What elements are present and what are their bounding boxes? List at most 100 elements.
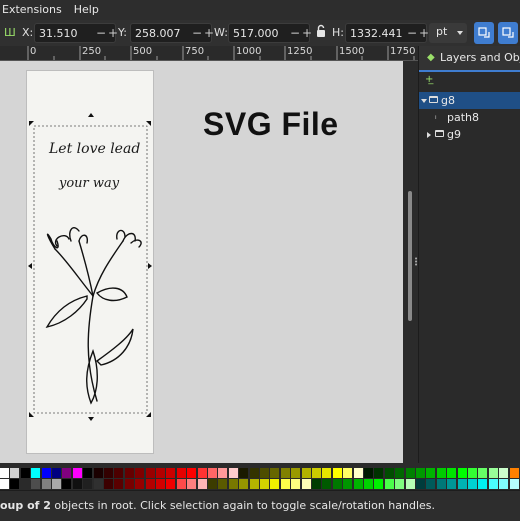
color-swatch[interactable] [31, 479, 42, 489]
color-swatch[interactable] [93, 479, 104, 489]
color-swatch[interactable] [395, 479, 406, 489]
color-swatch[interactable] [416, 468, 426, 478]
color-swatch[interactable] [41, 479, 52, 489]
add-layer-icon[interactable]: +̲ [425, 74, 433, 85]
color-swatch[interactable] [156, 468, 166, 478]
color-swatch[interactable] [322, 468, 333, 478]
color-swatch[interactable] [447, 468, 458, 478]
color-swatch[interactable] [0, 479, 10, 489]
color-swatch[interactable] [478, 468, 489, 478]
color-swatch[interactable] [187, 479, 198, 489]
color-swatch[interactable] [62, 468, 73, 478]
color-swatch[interactable] [218, 479, 229, 489]
color-swatch[interactable] [270, 479, 281, 489]
color-swatch[interactable] [353, 479, 364, 489]
color-swatch[interactable] [488, 479, 499, 489]
color-swatch[interactable] [499, 468, 510, 478]
color-swatch[interactable] [426, 479, 437, 489]
color-swatch[interactable] [62, 479, 73, 489]
color-swatch[interactable] [41, 468, 52, 478]
h-decrement-button[interactable]: − [406, 26, 418, 40]
y-field[interactable]: − + [130, 23, 214, 43]
horizontal-ruler[interactable]: 0 250 500 750 1000 1250 1500 1750 [0, 46, 418, 61]
handle-right[interactable] [148, 263, 152, 269]
handle-left[interactable] [28, 263, 32, 269]
w-input[interactable] [229, 24, 293, 42]
color-swatch[interactable] [270, 468, 281, 478]
color-swatch[interactable] [384, 479, 395, 489]
color-swatch[interactable] [280, 479, 291, 489]
color-swatch[interactable] [166, 479, 177, 489]
color-swatch[interactable] [104, 479, 114, 489]
color-swatch[interactable] [239, 468, 250, 478]
menu-extensions[interactable]: Extensions [0, 0, 66, 20]
color-swatch[interactable] [208, 479, 218, 489]
color-swatch[interactable] [343, 479, 354, 489]
color-swatch[interactable] [52, 468, 62, 478]
chevron-right-icon[interactable] [427, 132, 431, 138]
color-swatch[interactable] [447, 479, 458, 489]
chevron-down-icon[interactable] [421, 99, 427, 103]
tree-item-path8[interactable]: ᵢ path8 [419, 109, 520, 126]
color-swatch[interactable] [10, 468, 21, 478]
color-swatch[interactable] [249, 479, 260, 489]
color-swatch[interactable] [135, 479, 146, 489]
color-swatch[interactable] [145, 468, 156, 478]
color-swatch[interactable] [457, 468, 468, 478]
color-swatch[interactable] [426, 468, 437, 478]
color-swatch[interactable] [10, 479, 21, 489]
color-swatch[interactable] [395, 468, 406, 478]
w-decrement-button[interactable]: − [289, 26, 301, 40]
color-swatch[interactable] [260, 468, 270, 478]
w-increment-button[interactable]: + [301, 26, 313, 40]
document-page[interactable]: Let love lead your way [27, 71, 153, 453]
color-swatch[interactable] [208, 468, 218, 478]
color-swatch[interactable] [312, 468, 322, 478]
color-swatch[interactable] [31, 468, 42, 478]
color-swatch[interactable] [166, 468, 177, 478]
color-swatch[interactable] [218, 468, 229, 478]
color-swatch[interactable] [124, 468, 135, 478]
color-swatch[interactable] [478, 479, 489, 489]
color-swatch[interactable] [457, 479, 468, 489]
color-swatch[interactable] [135, 468, 146, 478]
color-swatch[interactable] [156, 479, 166, 489]
color-swatch[interactable] [83, 479, 94, 489]
y-decrement-button[interactable]: − [191, 26, 203, 40]
tree-item-g9[interactable]: g9 [419, 126, 520, 143]
color-swatch[interactable] [343, 468, 354, 478]
color-swatch[interactable] [124, 479, 135, 489]
vertical-scrollbar[interactable]: • • • [403, 61, 418, 463]
handle-top[interactable] [88, 113, 94, 117]
handle-bottom[interactable] [88, 417, 94, 421]
color-swatch[interactable] [499, 479, 510, 489]
x-input[interactable] [35, 24, 99, 42]
color-swatch[interactable] [488, 468, 499, 478]
menu-help[interactable]: Help [72, 0, 103, 20]
color-swatch[interactable] [405, 479, 416, 489]
color-swatch[interactable] [291, 468, 302, 478]
color-swatch[interactable] [72, 479, 83, 489]
y-input[interactable] [131, 24, 195, 42]
color-swatch[interactable] [114, 468, 125, 478]
h-input[interactable] [346, 24, 410, 42]
color-swatch[interactable] [187, 468, 198, 478]
lock-icon[interactable] [316, 24, 326, 38]
color-swatch[interactable] [291, 479, 302, 489]
color-swatch[interactable] [93, 468, 104, 478]
select-same-icon[interactable]: Ш [4, 26, 16, 40]
color-swatch[interactable] [83, 468, 94, 478]
color-swatch[interactable] [468, 468, 478, 478]
color-swatch[interactable] [332, 479, 343, 489]
color-swatch[interactable] [436, 468, 447, 478]
color-swatch[interactable] [20, 468, 31, 478]
handle-top-right[interactable] [146, 121, 151, 126]
color-swatch[interactable] [416, 479, 426, 489]
flower-artwork[interactable]: Let love lead your way [27, 71, 153, 453]
color-swatch[interactable] [0, 468, 10, 478]
color-swatch[interactable] [405, 468, 416, 478]
color-swatch[interactable] [364, 468, 374, 478]
drawing-canvas[interactable]: Let love lead your way SVG File [0, 61, 403, 463]
color-swatch[interactable] [436, 479, 447, 489]
unit-select[interactable]: pt [429, 23, 467, 43]
